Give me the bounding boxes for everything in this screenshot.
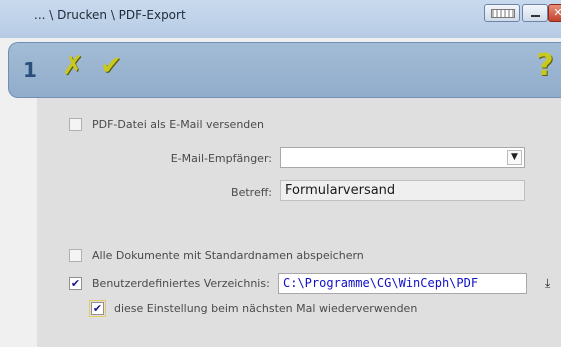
step-number: 1: [23, 58, 37, 82]
subject-value: Formularversand: [285, 183, 396, 198]
close-icon: ✕: [553, 6, 561, 19]
subject-field[interactable]: Formularversand: [280, 180, 525, 201]
reuse-setting-label: diese Einstellung beim nächsten Mal wied…: [114, 302, 418, 315]
close-button[interactable]: ✕: [548, 4, 561, 22]
subject-label: Betreff:: [231, 186, 272, 199]
confirm-icon[interactable]: ✔: [97, 51, 125, 81]
custom-dir-row: ✔ Benutzerdefiniertes Verzeichnis:: [69, 277, 270, 290]
save-all-label: Alle Dokumente mit Standardnamen abspeic…: [92, 249, 364, 262]
send-email-checkbox[interactable]: [69, 118, 82, 131]
custom-dir-field[interactable]: C:\Programme\CG\WinCeph\PDF: [278, 273, 527, 294]
custom-dir-value: C:\Programme\CG\WinCeph\PDF: [283, 276, 479, 290]
minimize-icon: [531, 15, 540, 17]
chevron-down-icon[interactable]: ▼: [507, 150, 522, 165]
email-recipient-dropdown[interactable]: ▼: [280, 147, 525, 168]
content-panel: PDF-Datei als E-Mail versenden E-Mail-Em…: [37, 98, 561, 347]
help-icon[interactable]: ?: [531, 51, 559, 81]
checkmark-icon: ✔: [70, 277, 81, 290]
toolbar: 1 ✗ ✔ ?: [8, 42, 561, 98]
checkmark-icon: ✔: [92, 302, 103, 315]
reuse-setting-row: ✔ diese Einstellung beim nächsten Mal wi…: [89, 300, 418, 317]
custom-dir-label: Benutzerdefiniertes Verzeichnis:: [92, 277, 270, 290]
window-title: ... \ Drucken \ PDF-Export: [34, 8, 186, 22]
custom-dir-checkbox[interactable]: ✔: [69, 277, 82, 290]
cancel-icon[interactable]: ✗: [59, 51, 87, 81]
title-bar: ... \ Drucken \ PDF-Export ✕: [0, 0, 561, 38]
email-recipient-label: E-Mail-Empfänger:: [170, 152, 272, 165]
send-email-row: PDF-Datei als E-Mail versenden: [69, 118, 264, 131]
save-all-checkbox[interactable]: [69, 249, 82, 262]
minimize-button[interactable]: [522, 4, 548, 22]
download-arrow-icon[interactable]: ⤓: [545, 276, 550, 291]
save-all-row: Alle Dokumente mit Standardnamen abspeic…: [69, 249, 364, 262]
keyboard-button[interactable]: [484, 4, 520, 22]
keyboard-icon: [491, 9, 515, 18]
reuse-setting-checkbox[interactable]: ✔: [89, 300, 106, 317]
send-email-label: PDF-Datei als E-Mail versenden: [92, 118, 265, 131]
